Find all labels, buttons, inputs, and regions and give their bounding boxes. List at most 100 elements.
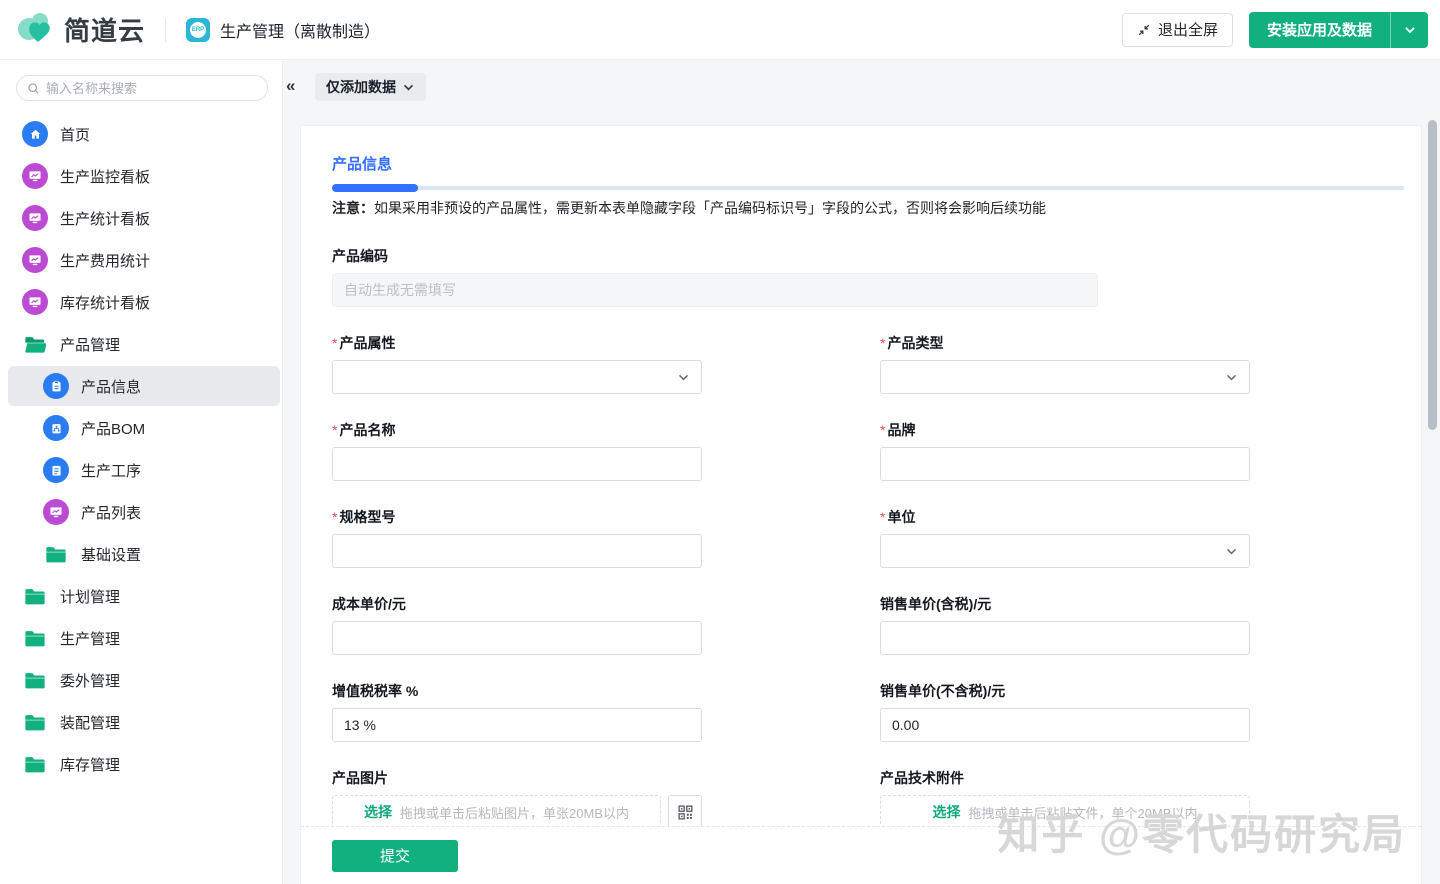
field-label: 产品属性 (332, 336, 702, 351)
exit-fullscreen-button[interactable]: 退出全屏 (1122, 13, 1233, 47)
form-card: 产品信息 注意：如果采用非预设的产品属性，需更新本表单隐藏字段「产品编码标识号」… (300, 125, 1422, 884)
form-notice: 注意：如果采用非预设的产品属性，需更新本表单隐藏字段「产品编码标识号」字段的公式… (332, 198, 1421, 218)
main-area: « 仅添加数据 产品信息 注意：如果采用非预设的产品属性，需更新本表单隐藏字段「… (283, 60, 1440, 884)
sidebar-group-basic-settings[interactable]: 基础设置 (0, 533, 282, 575)
sidebar-search[interactable] (16, 75, 268, 101)
sidebar-item-production-monitor-board[interactable]: 生产监控看板 (0, 155, 282, 197)
field-product-name: 产品名称 (332, 423, 702, 481)
chevron-down-icon (1225, 371, 1238, 384)
vat-rate-input[interactable] (332, 708, 702, 742)
notice-text: 如果采用非预设的产品属性，需更新本表单隐藏字段「产品编码标识号」字段的公式，否则… (374, 200, 1046, 216)
form-title: 产品信息 (332, 153, 1421, 174)
collapse-sidebar-icon[interactable]: « (286, 77, 295, 94)
unit-select[interactable] (880, 534, 1250, 568)
install-app-dropdown-button[interactable] (1390, 12, 1428, 48)
app-header: 简道云 ERP 生产管理（离散制造） 退出全屏 安装应用及数据 (0, 0, 1440, 60)
field-label: 单位 (880, 510, 1250, 525)
add-data-only-dropdown[interactable]: 仅添加数据 (315, 73, 426, 101)
document-icon (43, 457, 69, 483)
field-product-attachment: 产品技术附件 选择 拖拽或单击后粘贴文件，单个20MB以内 (880, 771, 1250, 829)
sidebar-group-assembly-management[interactable]: 装配管理 (0, 701, 282, 743)
brand-input[interactable] (880, 447, 1250, 481)
app-badge-icon: ERP (186, 18, 210, 42)
field-label: 产品类型 (880, 336, 1250, 351)
vertical-scrollbar[interactable] (1428, 120, 1437, 430)
sidebar-item-home[interactable]: 首页 (0, 113, 282, 155)
product-attribute-select[interactable] (332, 360, 702, 394)
install-app-button[interactable]: 安装应用及数据 (1249, 12, 1390, 48)
folder-icon (43, 545, 69, 564)
product-attachment-upload[interactable]: 选择 拖拽或单击后粘贴文件，单个20MB以内 (880, 795, 1250, 829)
sidebar-group-plan-management[interactable]: 计划管理 (0, 575, 282, 617)
field-unit: 单位 (880, 510, 1250, 568)
chevron-down-icon (1403, 23, 1417, 37)
logo-heart-icon (16, 10, 58, 49)
search-icon (27, 82, 40, 95)
sidebar-item-product-info[interactable]: 产品信息 (0, 365, 282, 407)
bom-tree-icon (43, 415, 69, 441)
field-label: 品牌 (880, 423, 1250, 438)
field-spec-model: 规格型号 (332, 510, 702, 568)
home-icon (22, 121, 48, 147)
sidebar-item-production-stats-board[interactable]: 生产统计看板 (0, 197, 282, 239)
search-input[interactable] (46, 81, 246, 96)
qr-code-icon (678, 805, 693, 820)
field-brand: 品牌 (880, 423, 1250, 481)
logo-text: 简道云 (64, 11, 145, 48)
upload-select-link[interactable]: 选择 (364, 802, 392, 822)
sidebar-item-production-process[interactable]: 生产工序 (0, 449, 282, 491)
app-title: 生产管理（离散制造） (220, 18, 380, 42)
progress-fill (332, 184, 418, 192)
field-label: 销售单价(不含税)/元 (880, 684, 1250, 699)
sidebar-nav: 首页 生产监控看板 生产统计看板 生产费用统计 库存统计看板 (0, 113, 282, 785)
field-label: 成本单价/元 (332, 597, 702, 612)
field-sale-price-without-tax: 销售单价(不含税)/元 (880, 684, 1250, 742)
field-product-type: 产品类型 (880, 336, 1250, 394)
sidebar-item-product-list[interactable]: 产品列表 (0, 491, 282, 533)
sidebar-group-outsourcing-management[interactable]: 委外管理 (0, 659, 282, 701)
progress-track (332, 186, 1404, 190)
sidebar-group-production-management[interactable]: 生产管理 (0, 617, 282, 659)
field-label: 产品技术附件 (880, 771, 1250, 786)
qr-scan-button[interactable] (668, 795, 702, 829)
sidebar-group-inventory-management[interactable]: 库存管理 (0, 743, 282, 785)
cost-unit-price-input[interactable] (332, 621, 702, 655)
submit-button[interactable]: 提交 (332, 840, 458, 872)
field-label: 产品名称 (332, 423, 702, 438)
sidebar: 首页 生产监控看板 生产统计看板 生产费用统计 库存统计看板 (0, 60, 283, 884)
upload-select-link[interactable]: 选择 (933, 802, 961, 822)
product-code-input (332, 273, 1098, 307)
chevron-down-icon (1225, 545, 1238, 558)
field-label: 增值税税率 % (332, 684, 702, 699)
form-footer: 提交 (301, 826, 1421, 884)
form-progress-bar (332, 184, 1404, 192)
product-name-input[interactable] (332, 447, 702, 481)
field-label: 产品图片 (332, 771, 702, 786)
install-app-split-button: 安装应用及数据 (1249, 12, 1428, 48)
upload-hint: 拖拽或单击后粘贴图片，单张20MB以内 (400, 803, 629, 822)
sidebar-item-production-cost-stats[interactable]: 生产费用统计 (0, 239, 282, 281)
dashboard-icon (22, 205, 48, 231)
field-product-attribute: 产品属性 (332, 336, 702, 394)
sale-price-with-tax-input[interactable] (880, 621, 1250, 655)
sidebar-group-product-management[interactable]: 产品管理 (0, 323, 282, 365)
field-label: 规格型号 (332, 510, 702, 525)
field-product-image: 产品图片 选择 拖拽或单击后粘贴图片，单张20MB以内 (332, 771, 702, 829)
folder-icon (22, 587, 48, 606)
clipboard-form-icon (43, 373, 69, 399)
dashboard-icon (22, 163, 48, 189)
dashboard-icon (43, 499, 69, 525)
product-type-select[interactable] (880, 360, 1250, 394)
spec-model-input[interactable] (332, 534, 702, 568)
field-cost-unit-price: 成本单价/元 (332, 597, 702, 655)
product-image-upload[interactable]: 选择 拖拽或单击后粘贴图片，单张20MB以内 (332, 795, 661, 829)
folder-icon (22, 629, 48, 648)
exit-fullscreen-label: 退出全屏 (1158, 19, 1218, 40)
sidebar-item-product-bom[interactable]: 产品BOM (0, 407, 282, 449)
jiandaoyun-logo[interactable]: 简道云 (16, 10, 145, 49)
sidebar-item-inventory-stats-board[interactable]: 库存统计看板 (0, 281, 282, 323)
folder-open-icon (22, 335, 48, 354)
field-vat-rate: 增值税税率 % (332, 684, 702, 742)
exit-fullscreen-icon (1137, 23, 1151, 37)
sale-price-without-tax-input[interactable] (880, 708, 1250, 742)
